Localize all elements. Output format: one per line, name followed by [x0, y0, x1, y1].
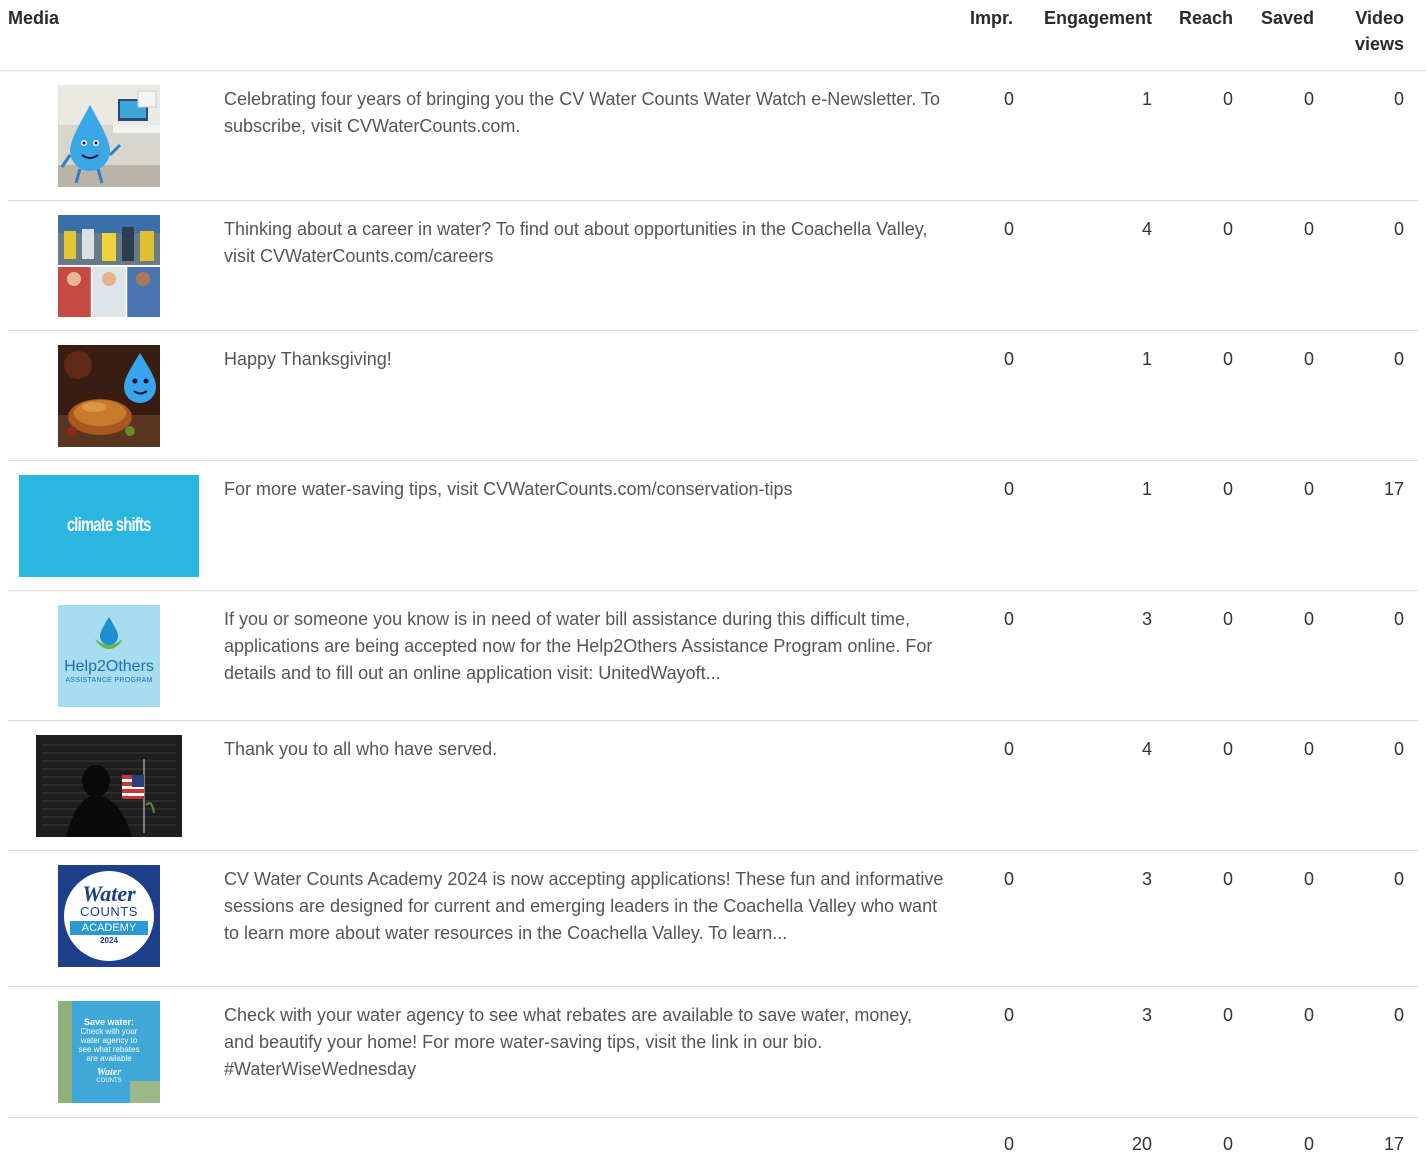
impr-value: 0: [1003, 739, 1014, 759]
total-video-views: 17: [1383, 1134, 1404, 1154]
table-row[interactable]: climate shifts For more water-saving tip…: [8, 461, 1418, 591]
water-careers-collage-image: [58, 215, 160, 317]
engagement-value: 3: [1141, 869, 1152, 889]
water-counts-academy-thumbnail[interactable]: Water COUNTS ACADEMY 2024: [58, 865, 160, 967]
academy-logo-academy: ACADEMY: [70, 921, 148, 935]
video-views-value: 0: [1393, 869, 1404, 889]
video-views-value: 0: [1393, 1005, 1404, 1025]
engagement-value: 3: [1141, 1005, 1152, 1025]
video-views-value: 17: [1383, 479, 1404, 499]
academy-logo-circle: Water COUNTS ACADEMY 2024: [64, 871, 154, 961]
table-row[interactable]: Water COUNTS ACADEMY 2024 CV Water Count…: [8, 851, 1418, 987]
engagement-value: 1: [1141, 479, 1152, 499]
impr-value: 0: [1003, 89, 1014, 109]
reach-value: 0: [1222, 869, 1233, 889]
post-caption: Happy Thanksgiving!: [224, 349, 392, 369]
impr-value: 0: [1003, 869, 1014, 889]
post-caption: For more water-saving tips, visit CVWate…: [224, 479, 793, 499]
saved-value: 0: [1303, 869, 1314, 889]
water-drop-mascot-thumbnail[interactable]: [58, 85, 160, 187]
saved-value: 0: [1303, 479, 1314, 499]
total-engagement: 20: [1131, 1134, 1152, 1154]
table-row[interactable]: Help2Others ASSISTANCE PROGRAM If you or…: [8, 591, 1418, 721]
save-water-heading: Save water:: [83, 1017, 135, 1027]
droplet-leaf-icon: [95, 617, 123, 649]
impr-value: 0: [1003, 1005, 1014, 1025]
video-views-value: 0: [1393, 219, 1404, 239]
table-row[interactable]: Celebrating four years of bringing you t…: [8, 71, 1418, 201]
reach-value: 0: [1222, 219, 1233, 239]
saved-value: 0: [1303, 609, 1314, 629]
saved-value: 0: [1303, 739, 1314, 759]
reach-value: 0: [1222, 1005, 1233, 1025]
video-views-value: 0: [1393, 89, 1404, 109]
memorial-wall-thumbnail[interactable]: [36, 735, 182, 837]
impr-value: 0: [1003, 219, 1014, 239]
video-views-value: 0: [1393, 349, 1404, 369]
column-engagement[interactable]: Engagement: [1030, 5, 1152, 31]
total-reach: 0: [1222, 1134, 1233, 1154]
engagement-value: 4: [1141, 739, 1152, 759]
column-reach[interactable]: Reach: [1165, 5, 1233, 31]
table-row[interactable]: Thinking about a career in water? To fin…: [8, 201, 1418, 331]
table-header: Media Impr. Engagement Reach Saved Video…: [0, 0, 1426, 71]
help2others-logo-subtext: ASSISTANCE PROGRAM: [65, 677, 153, 684]
post-caption: Thank you to all who have served.: [224, 739, 498, 759]
climate-shifts-text: climate shifts: [67, 515, 152, 536]
saved-value: 0: [1303, 219, 1314, 239]
reach-value: 0: [1222, 739, 1233, 759]
impr-value: 0: [1003, 479, 1014, 499]
column-saved[interactable]: Saved: [1245, 5, 1314, 31]
thanksgiving-turkey-image: [58, 345, 160, 447]
reach-value: 0: [1222, 89, 1233, 109]
column-video-views[interactable]: Video views: [1330, 5, 1404, 57]
total-saved: 0: [1303, 1134, 1314, 1154]
video-views-value: 0: [1393, 609, 1404, 629]
engagement-value: 1: [1141, 89, 1152, 109]
post-caption: Check with your water agency to see what…: [224, 1005, 913, 1079]
saved-value: 0: [1303, 349, 1314, 369]
memorial-wall-flag-image: [36, 735, 182, 837]
column-media[interactable]: Media: [8, 5, 59, 31]
climate-shifts-video-thumbnail[interactable]: climate shifts: [19, 475, 199, 577]
reach-value: 0: [1222, 609, 1233, 629]
save-water-logo-counts: COUNTS: [96, 1078, 122, 1084]
video-views-value: 0: [1393, 739, 1404, 759]
post-caption: Celebrating four years of bringing you t…: [224, 89, 940, 136]
academy-logo-counts: COUNTS: [80, 904, 138, 919]
saved-value: 0: [1303, 1005, 1314, 1025]
post-caption: Thinking about a career in water? To fin…: [224, 219, 928, 266]
academy-logo-water: Water: [82, 881, 136, 906]
impr-value: 0: [1003, 349, 1014, 369]
column-impr[interactable]: Impr.: [940, 5, 1013, 31]
engagement-value: 3: [1141, 609, 1152, 629]
engagement-value: 4: [1141, 219, 1152, 239]
impr-value: 0: [1003, 609, 1014, 629]
table-row[interactable]: Happy Thanksgiving! 0 1 0 0 0: [8, 331, 1418, 461]
post-caption: If you or someone you know is in need of…: [224, 609, 933, 683]
thanksgiving-thumbnail[interactable]: [58, 345, 160, 447]
post-caption: CV Water Counts Academy 2024 is now acce…: [224, 869, 944, 943]
saved-value: 0: [1303, 89, 1314, 109]
reach-value: 0: [1222, 479, 1233, 499]
reach-value: 0: [1222, 349, 1233, 369]
save-water-logo-water: Water: [96, 1067, 122, 1078]
water-drop-mascot-image: [58, 85, 160, 187]
table-row[interactable]: Thank you to all who have served. 0 4 0 …: [8, 721, 1418, 851]
total-impr: 0: [1003, 1134, 1014, 1154]
save-water-body: Check with your water agency to see what…: [78, 1027, 140, 1063]
engagement-value: 1: [1141, 349, 1152, 369]
totals-row: 0 20 0 0 17: [8, 1118, 1418, 1157]
academy-logo-year: 2024: [100, 936, 118, 945]
table-row[interactable]: Save water: Check with your water agency…: [8, 987, 1418, 1118]
column-video-views-line2: views: [1354, 34, 1404, 54]
help2others-logo-text: Help2Others: [64, 658, 154, 675]
save-water-thumbnail[interactable]: Save water: Check with your water agency…: [58, 1001, 160, 1103]
help2others-thumbnail[interactable]: Help2Others ASSISTANCE PROGRAM: [58, 605, 160, 707]
water-careers-collage-thumbnail[interactable]: [58, 215, 160, 317]
column-video-views-line1: Video: [1355, 8, 1404, 28]
